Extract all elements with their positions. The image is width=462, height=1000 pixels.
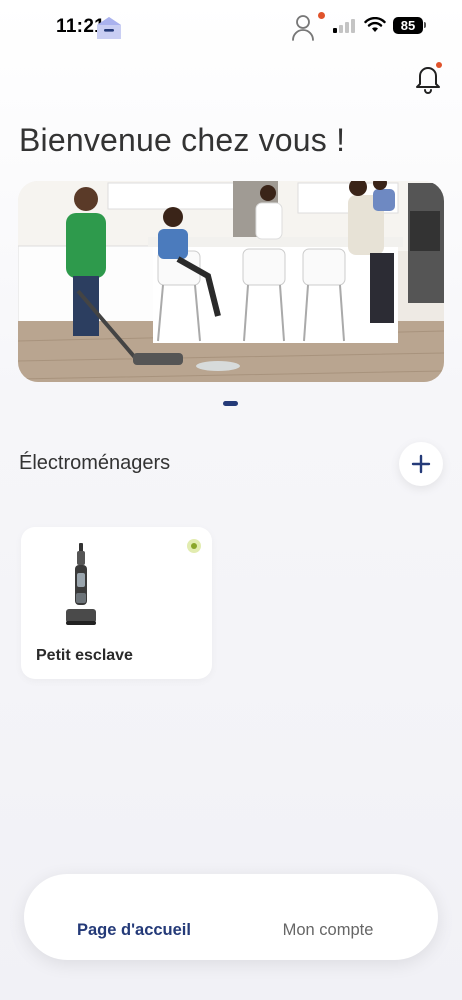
nav-account-label: Mon compte — [282, 921, 374, 939]
hero-banner-image[interactable] — [18, 181, 444, 382]
vacuum-image — [66, 543, 96, 625]
page-title: Bienvenue chez vous ! — [19, 122, 346, 158]
carousel-indicator — [223, 401, 238, 406]
signal-icon — [333, 19, 355, 33]
battery-icon: 85 — [393, 17, 423, 34]
home-icon[interactable] — [96, 16, 122, 40]
add-appliance-button[interactable] — [399, 442, 443, 486]
battery-nub — [424, 22, 426, 28]
bottom-navigation: Page d'accueil Mon compte — [24, 874, 438, 960]
appliance-name: Petit esclave — [36, 647, 133, 664]
status-bar: 11:21 85 — [0, 0, 462, 52]
user-icon[interactable] — [291, 14, 315, 42]
nav-account-tab[interactable] — [231, 874, 438, 960]
appliances-section-title: Électroménagers — [19, 452, 171, 474]
battery-level: 85 — [400, 18, 416, 33]
notification-badge — [436, 62, 442, 68]
nav-home-label: Page d'accueil — [77, 921, 191, 939]
nav-home-tab[interactable] — [24, 874, 231, 960]
plus-icon — [411, 454, 431, 474]
online-status-indicator — [187, 539, 201, 553]
wifi-icon — [364, 17, 386, 32]
account-notification-badge — [318, 12, 325, 19]
appliance-card[interactable]: Petit esclave — [21, 527, 212, 679]
